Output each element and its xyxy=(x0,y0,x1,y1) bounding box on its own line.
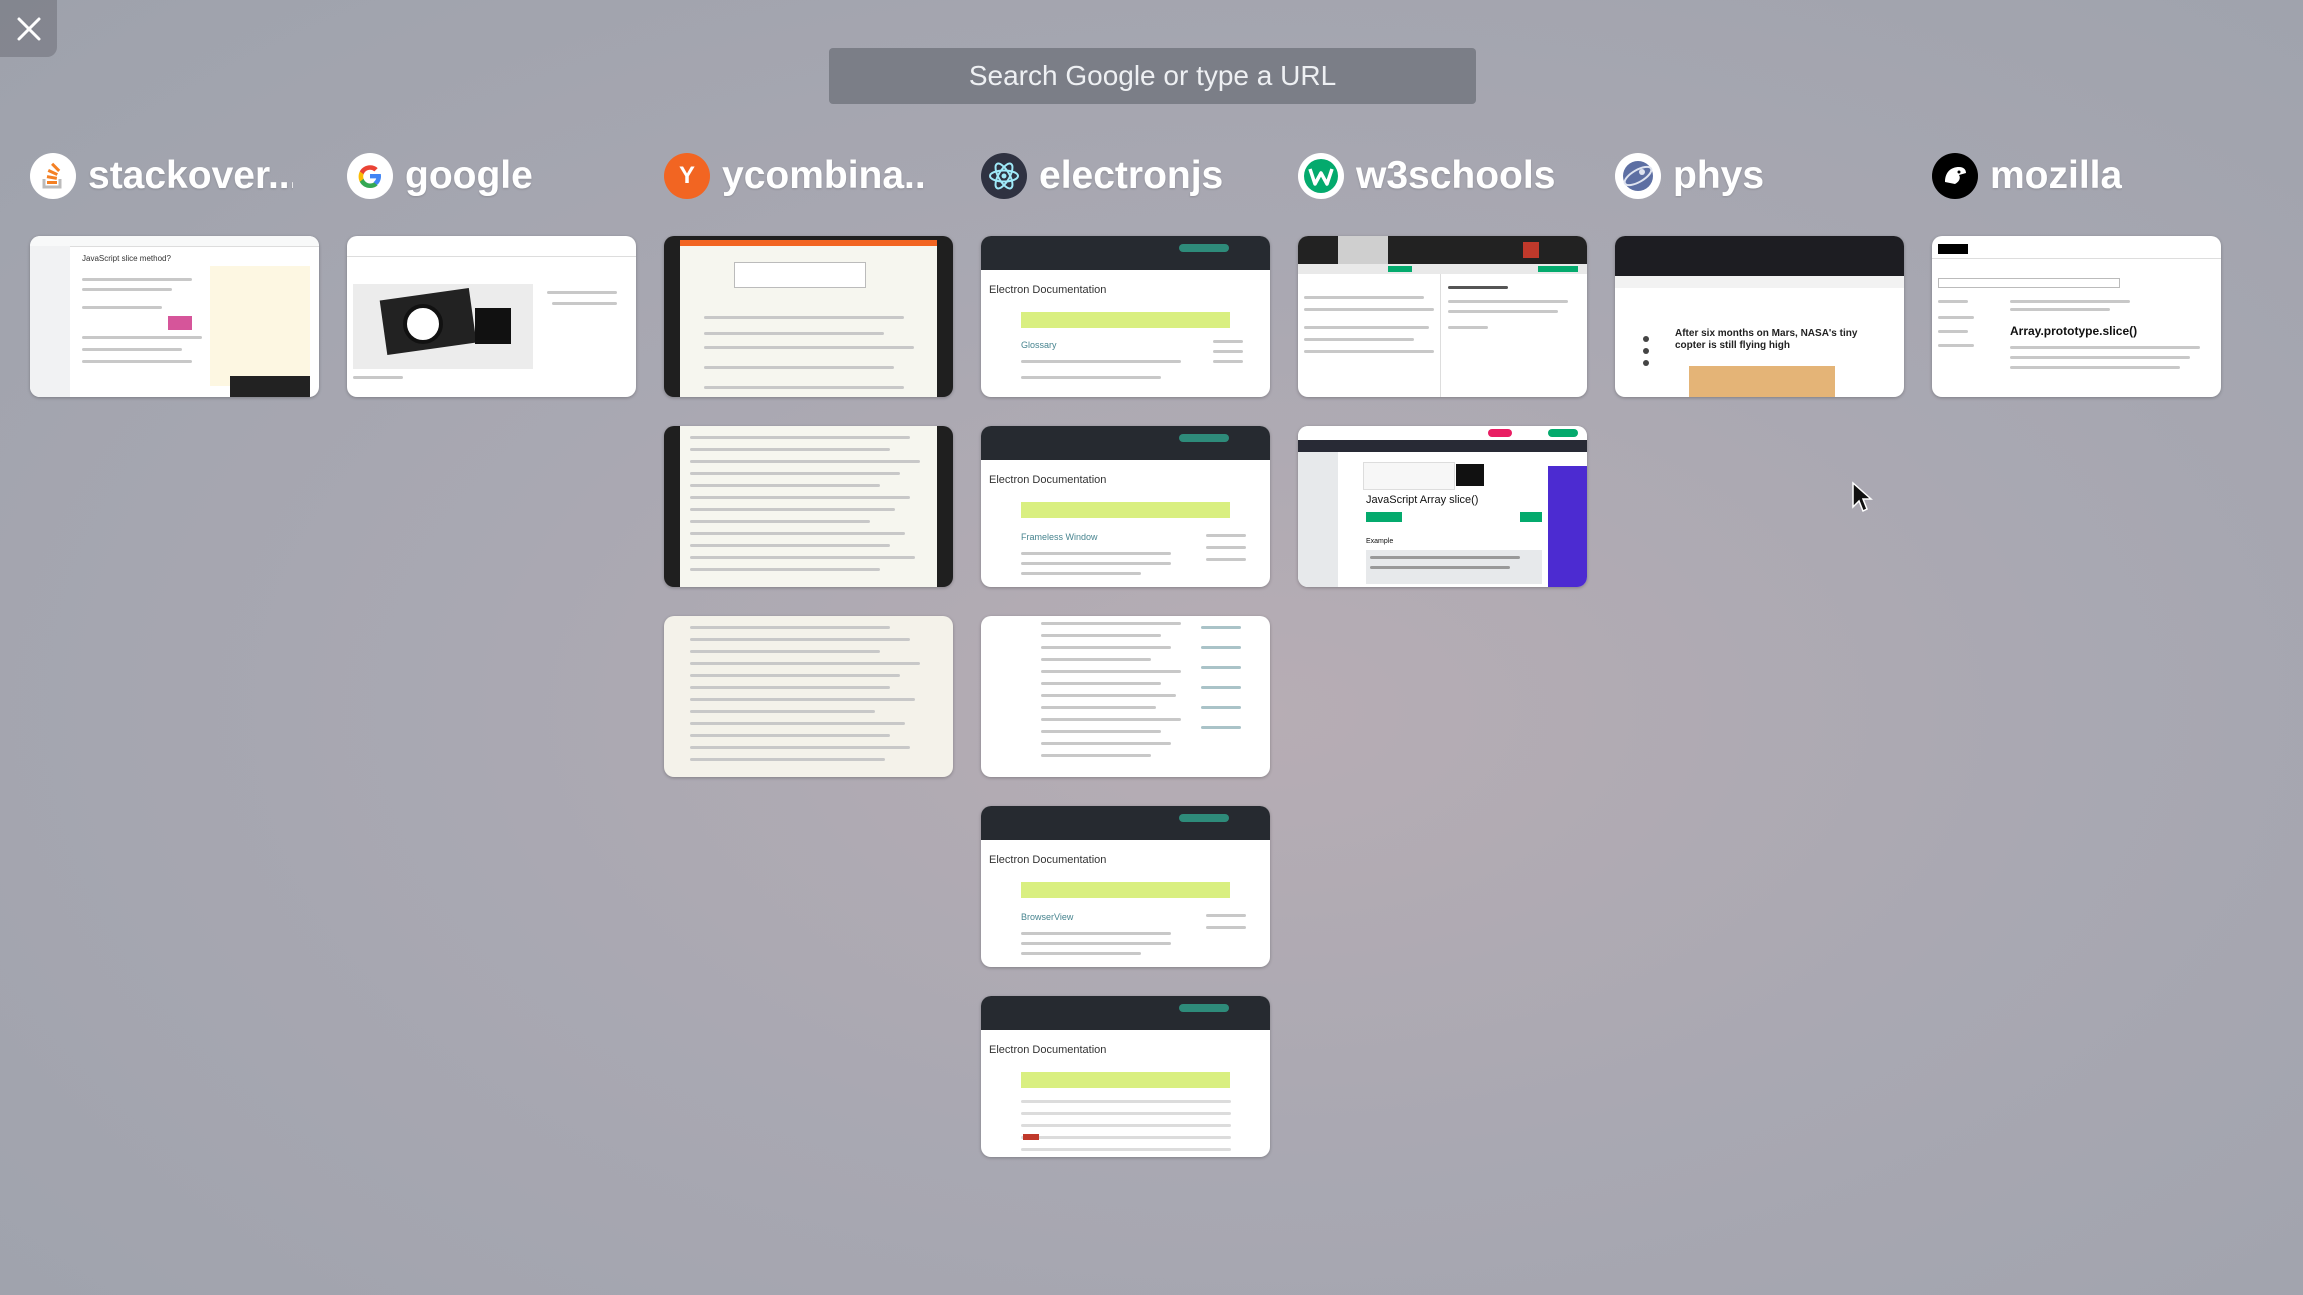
close-icon xyxy=(17,17,40,40)
group-title: w3schools xyxy=(1356,154,1556,197)
thumbnail-heading: Array.prototype.slice() xyxy=(2010,324,2138,338)
column-phys: phys After six months on Mars, NASA's ti… xyxy=(1615,150,1904,426)
tab-thumbnail-phys[interactable]: After six months on Mars, NASA's tiny co… xyxy=(1615,236,1904,397)
thumbnail-section: Glossary xyxy=(1021,340,1057,350)
thumbnail-section: Example xyxy=(1366,538,1394,545)
column-google: google xyxy=(347,150,636,426)
group-header-stackoverflow[interactable]: stackover... xyxy=(30,150,319,202)
group-title: phys xyxy=(1673,154,1765,197)
thumbnail-title: Electron Documentation xyxy=(989,854,1107,866)
group-header-electronjs[interactable]: electronjs xyxy=(981,150,1270,202)
tab-thumbnail-ycombinator-1[interactable] xyxy=(664,236,953,397)
tab-thumbnail-electron-api-list[interactable] xyxy=(981,616,1270,777)
column-mozilla: mozilla Array.prototype.slice() xyxy=(1932,150,2221,426)
column-ycombinator: Y ycombina... xyxy=(664,150,953,806)
column-electronjs: electronjs Electron Documentation Glossa… xyxy=(981,150,1270,1186)
group-title: electronjs xyxy=(1039,154,1224,197)
tab-thumbnail-electron-browserview[interactable]: Electron Documentation BrowserView xyxy=(981,806,1270,967)
thumbnail-title: Electron Documentation xyxy=(989,1044,1107,1056)
thumbnail-heading: JavaScript Array slice() xyxy=(1366,494,1479,506)
google-icon xyxy=(347,153,393,199)
tab-thumbnail-electron-frameless[interactable]: Electron Documentation Frameless Window xyxy=(981,426,1270,587)
tab-thumbnail-w3schools-slice[interactable]: JavaScript Array slice() Example xyxy=(1298,426,1587,587)
w3schools-icon xyxy=(1298,153,1344,199)
tab-thumbnail-ycombinator-2[interactable] xyxy=(664,426,953,587)
group-title: stackover... xyxy=(88,154,293,197)
mozilla-icon xyxy=(1932,153,1978,199)
phys-icon xyxy=(1615,153,1661,199)
search-placeholder: Search Google or type a URL xyxy=(968,60,1337,91)
thumbnail-title: Electron Documentation xyxy=(989,284,1107,296)
group-header-mozilla[interactable]: mozilla xyxy=(1932,150,2221,202)
group-title: google xyxy=(405,154,533,197)
electron-icon xyxy=(981,153,1027,199)
tab-thumbnail-google[interactable] xyxy=(347,236,636,397)
thumbnail-heading: JavaScript slice method? xyxy=(82,254,171,263)
stackoverflow-icon xyxy=(30,153,76,199)
group-title: mozilla xyxy=(1990,154,2123,197)
tab-thumbnail-electron-glossary[interactable]: Electron Documentation Glossary xyxy=(981,236,1270,397)
group-header-phys[interactable]: phys xyxy=(1615,150,1904,202)
tab-thumbnail-ycombinator-3[interactable] xyxy=(664,616,953,777)
ycombinator-icon-letter: Y xyxy=(678,162,695,189)
group-header-w3schools[interactable]: w3schools xyxy=(1298,150,1587,202)
column-w3schools: w3schools JavaScript Array slice() Examp… xyxy=(1298,150,1587,616)
close-button[interactable] xyxy=(0,0,57,57)
search-input[interactable]: Search Google or type a URL xyxy=(829,48,1476,104)
group-header-ycombinator[interactable]: Y ycombina... xyxy=(664,150,953,202)
group-title: ycombina... xyxy=(722,154,927,197)
tab-thumbnail-electron-table[interactable]: Electron Documentation xyxy=(981,996,1270,1157)
tab-thumbnail-mozilla[interactable]: Array.prototype.slice() xyxy=(1932,236,2221,397)
tab-thumbnail-stackoverflow[interactable]: JavaScript slice method? xyxy=(30,236,319,397)
mouse-pointer-icon xyxy=(1852,481,1873,513)
thumbnail-title: Electron Documentation xyxy=(989,474,1107,486)
thumbnail-section: BrowserView xyxy=(1021,912,1074,922)
ycombinator-icon: Y xyxy=(664,153,710,199)
column-stackoverflow: stackover... JavaScript slice method? xyxy=(30,150,319,426)
thumbnail-section: Frameless Window xyxy=(1021,532,1098,542)
group-header-google[interactable]: google xyxy=(347,150,636,202)
thumbnail-headline: After six months on Mars, NASA's tiny co… xyxy=(1675,328,1858,351)
tab-thumbnail-w3schools-1[interactable] xyxy=(1298,236,1587,397)
